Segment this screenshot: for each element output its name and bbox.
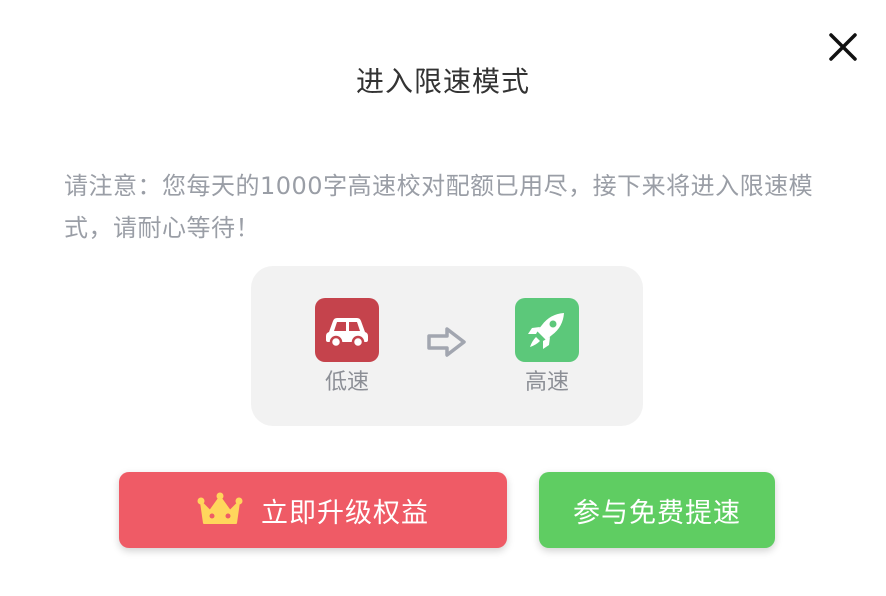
car-icon [315, 298, 379, 362]
arrow-right-icon [425, 324, 469, 364]
close-icon [829, 33, 857, 61]
speed-comparison-panel: 低速 高速 [251, 266, 643, 426]
slow-speed-label: 低速 [324, 370, 369, 395]
slow-speed-item: 低速 [297, 298, 397, 398]
fast-speed-label: 高速 [524, 370, 569, 395]
free-speedup-button-label: 参与免费提速 [573, 497, 741, 529]
speed-limit-dialog: 进入限速模式 请注意：您每天的1000字高速校对配额已用尽，接下来将进入限速模式… [0, 0, 886, 596]
upgrade-button-label: 立即升级权益 [261, 497, 429, 529]
free-speedup-button[interactable]: 参与免费提速 [539, 472, 775, 548]
rocket-icon [515, 298, 579, 362]
fast-speed-item: 高速 [497, 298, 597, 398]
upgrade-button[interactable]: 立即升级权益 [119, 472, 507, 548]
dialog-title: 进入限速模式 [355, 65, 530, 98]
close-button[interactable] [826, 30, 860, 64]
notice-text: 请注意：您每天的1000字高速校对配额已用尽，接下来将进入限速模式，请耐心等待！ [64, 172, 814, 242]
crown-icon [197, 492, 243, 528]
